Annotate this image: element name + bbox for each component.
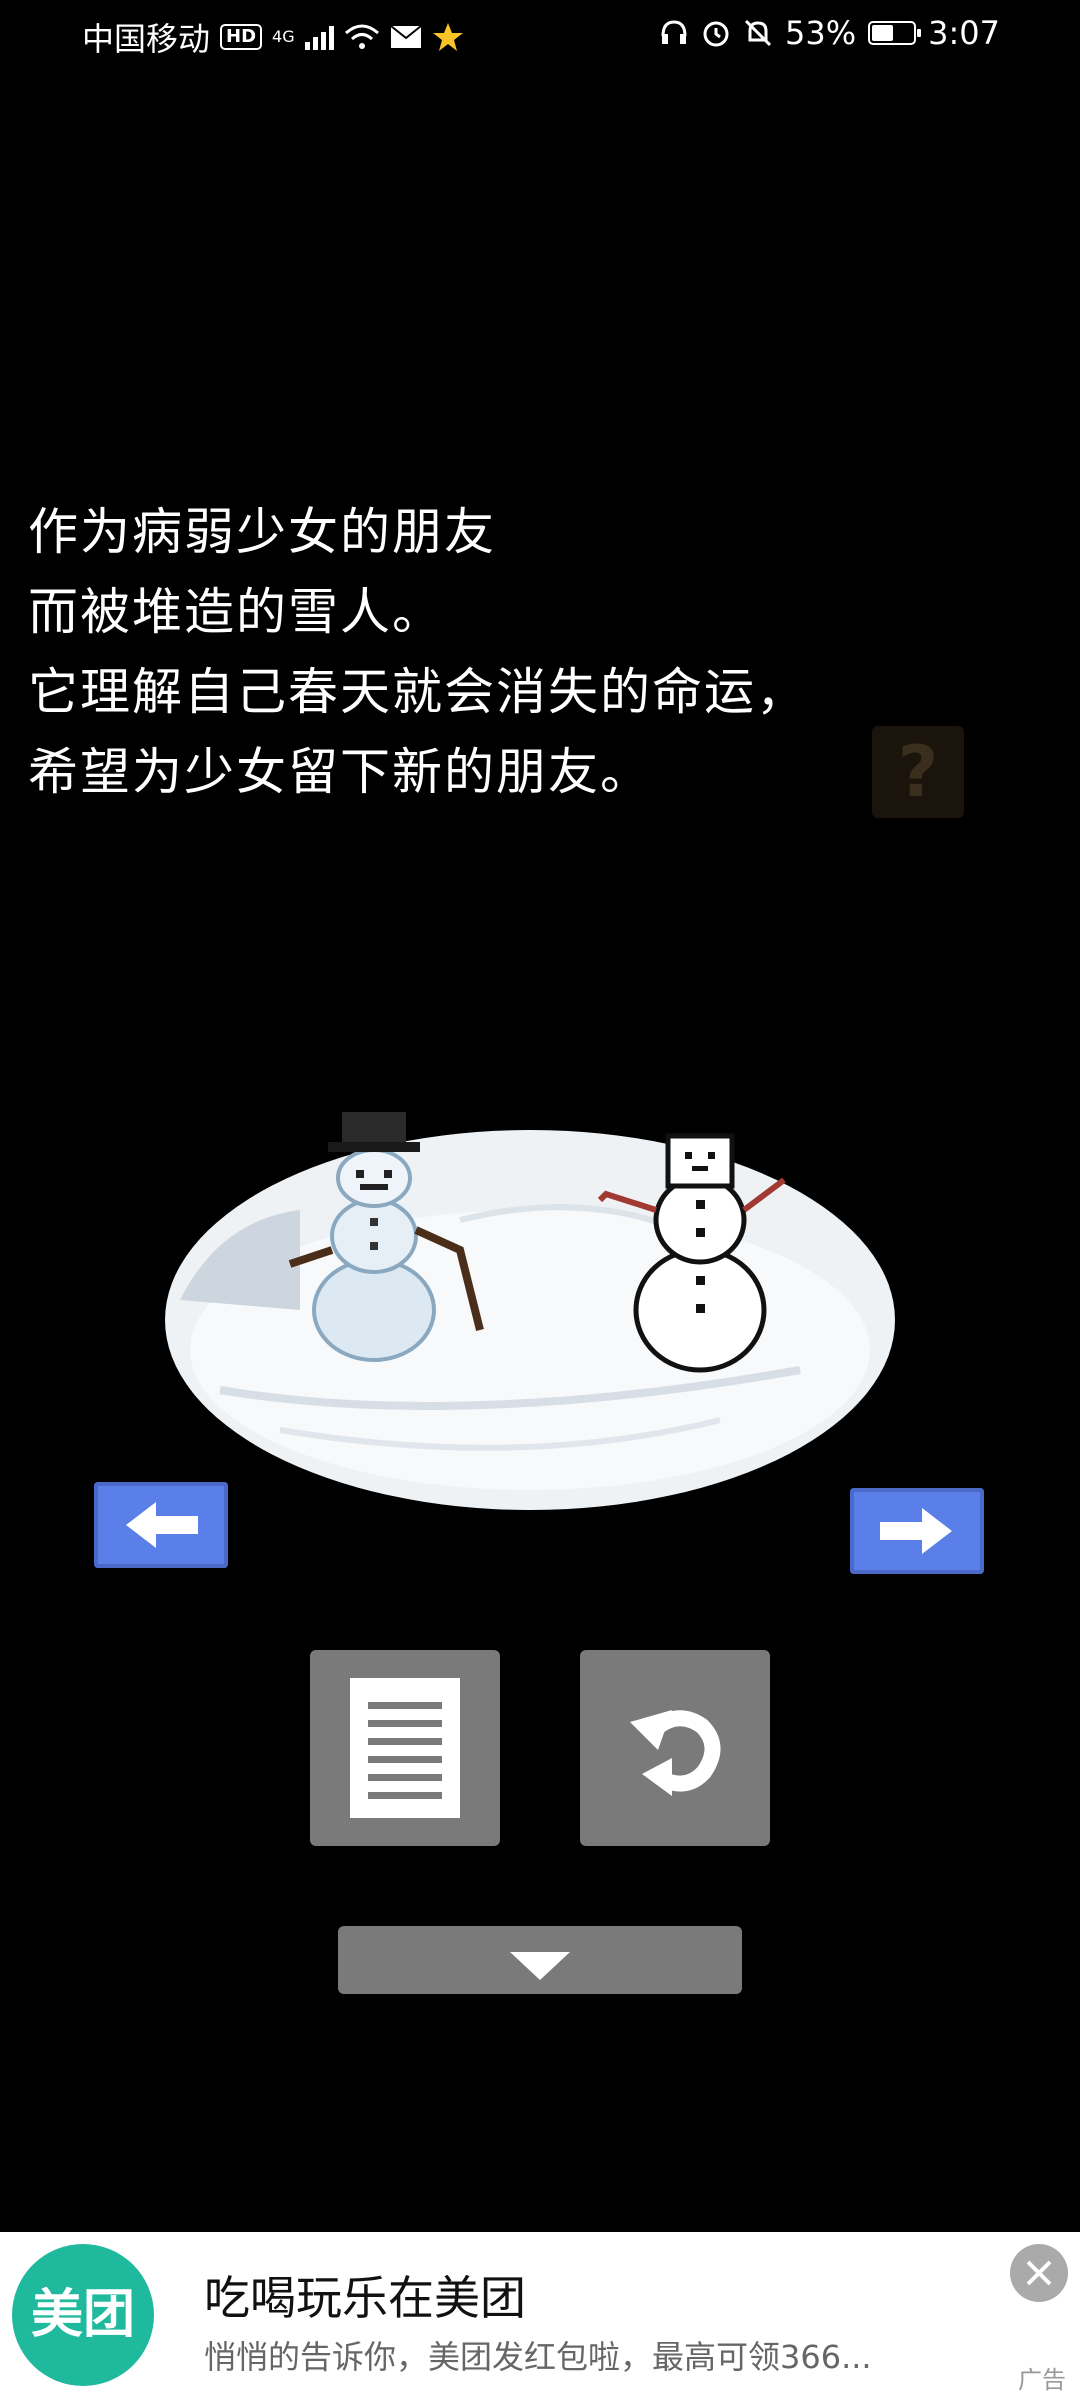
arrow-left-icon bbox=[126, 1502, 198, 1548]
ad-banner[interactable]: 美团 吃喝玩乐在美团 悄悄的告诉你，美团发红包啦，最高可领366... bbox=[0, 2232, 1080, 2400]
status-right: 53% 3:07 bbox=[659, 14, 1000, 52]
story-line: 它理解自己春天就会消失的命运， bbox=[28, 663, 808, 721]
network-type: 4G bbox=[272, 27, 295, 46]
story-line: 而被堆造的雪人。 bbox=[28, 583, 444, 641]
battery-icon bbox=[868, 21, 922, 45]
ad-description: 悄悄的告诉你，美团发红包啦，最高可领366... bbox=[204, 2338, 872, 2376]
battery-percent: 53% bbox=[785, 14, 857, 52]
previous-button[interactable] bbox=[94, 1482, 228, 1568]
snowman-scene bbox=[165, 1112, 895, 1510]
ad-label: 广告 bbox=[1018, 2360, 1066, 2395]
alarm-icon bbox=[703, 21, 729, 47]
mute-icon bbox=[744, 19, 772, 47]
game-screen: 中国移动 HD 4G 53% 3:07 作为病弱少女的朋友 而被堆造的雪人。 它… bbox=[0, 0, 1080, 2400]
chevron-down-icon bbox=[510, 1952, 570, 1980]
document-icon bbox=[350, 1678, 460, 1818]
ad-close-button[interactable] bbox=[1010, 2244, 1068, 2302]
story-line: 希望为少女留下新的朋友。 bbox=[28, 743, 652, 801]
story-line: 作为病弱少女的朋友 bbox=[28, 503, 496, 561]
wifi-icon bbox=[344, 24, 379, 49]
status-bar: 中国移动 HD 4G 53% 3:07 bbox=[0, 0, 1080, 72]
question-icon: ? bbox=[897, 731, 939, 813]
arrow-right-icon bbox=[880, 1508, 952, 1554]
mail-icon bbox=[389, 25, 422, 48]
ad-title: 吃喝玩乐在美团 bbox=[204, 2271, 526, 2325]
clock: 3:07 bbox=[928, 14, 1000, 52]
story-text: 作为病弱少女的朋友 而被堆造的雪人。 它理解自己春天就会消失的命运， 希望为少女… bbox=[28, 492, 808, 812]
status-left: 中国移动 HD 4G bbox=[82, 14, 464, 60]
headset-icon bbox=[661, 20, 687, 44]
help-button[interactable]: ? bbox=[872, 726, 964, 818]
carrier-name: 中国移动 bbox=[82, 20, 211, 58]
signal-icon bbox=[304, 24, 334, 50]
undo-button[interactable] bbox=[580, 1650, 770, 1846]
ad-tag-text: 广告 bbox=[1018, 2366, 1066, 2394]
star-icon bbox=[432, 23, 463, 51]
meituan-logo: 美团 bbox=[12, 2244, 154, 2386]
next-button[interactable] bbox=[850, 1488, 984, 1574]
hd-icon: HD bbox=[220, 24, 263, 50]
close-icon bbox=[1026, 2260, 1052, 2286]
undo-icon bbox=[630, 1710, 721, 1796]
battery-fill bbox=[872, 25, 894, 41]
document-button[interactable] bbox=[310, 1650, 500, 1846]
expand-button[interactable] bbox=[338, 1926, 742, 1994]
